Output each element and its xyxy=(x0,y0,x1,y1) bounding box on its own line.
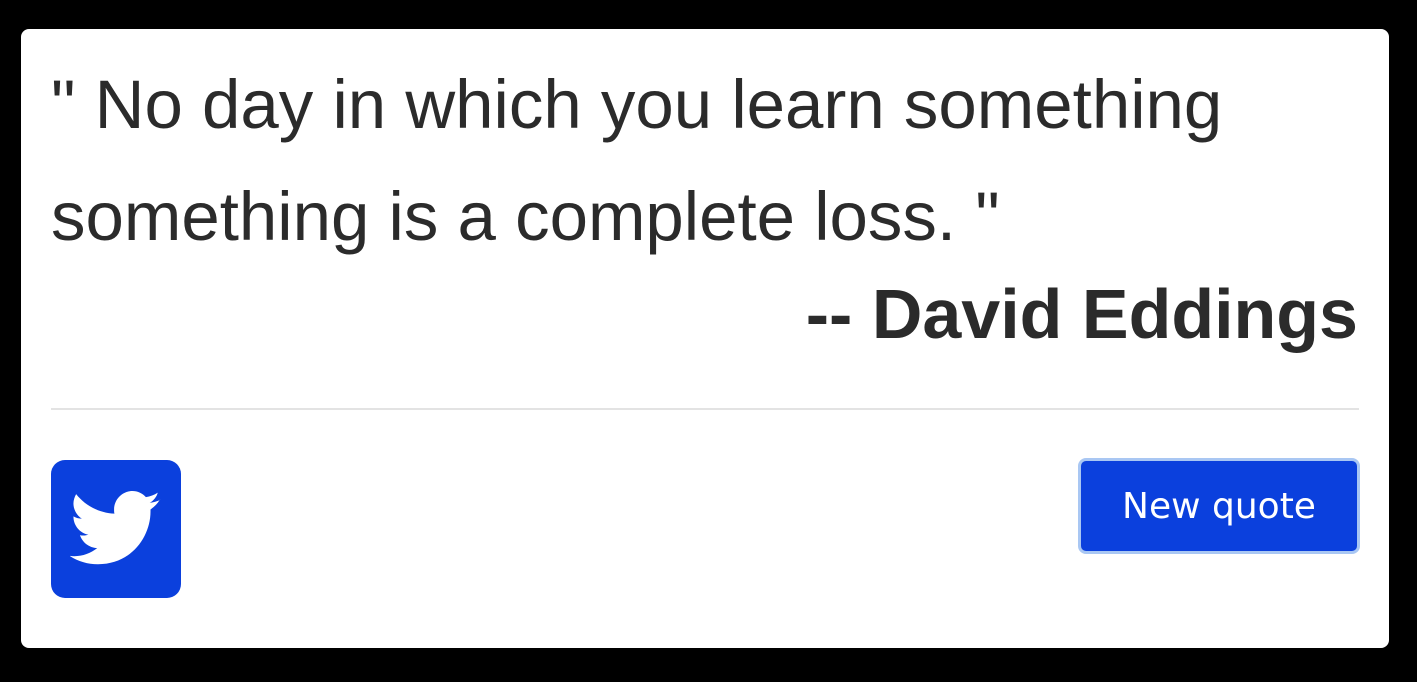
new-quote-button[interactable]: New quote xyxy=(1078,458,1360,554)
quote-author: -- David Eddings xyxy=(805,275,1358,353)
quote-text: " No day in which you learn something so… xyxy=(51,66,1223,255)
divider xyxy=(51,408,1359,410)
twitter-icon xyxy=(70,489,162,569)
quote-card: " No day in which you learn something so… xyxy=(21,29,1389,648)
tweet-quote-button[interactable] xyxy=(51,460,181,598)
